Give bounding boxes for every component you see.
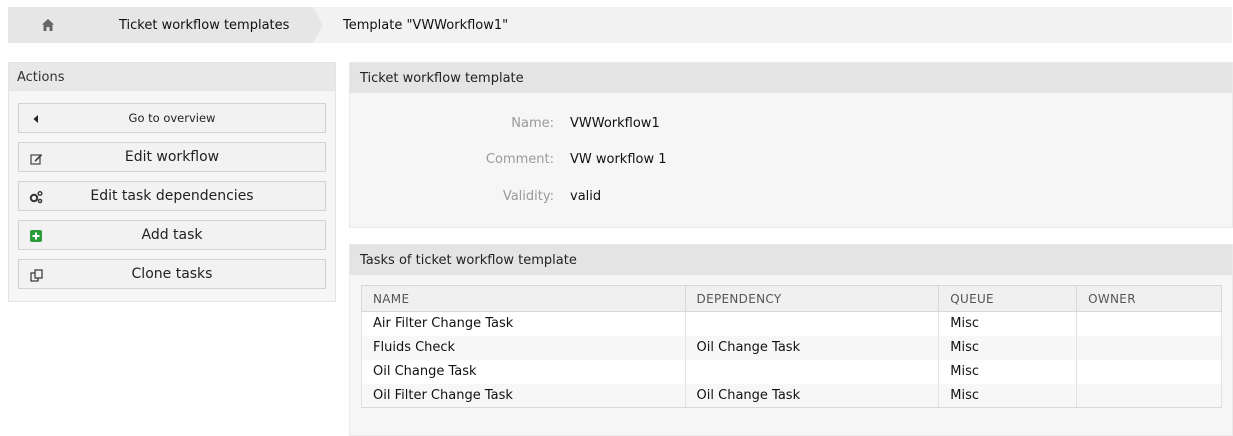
task-owner — [1076, 383, 1222, 408]
field-label: Validity: — [502, 188, 554, 204]
task-queue: Misc — [938, 383, 1078, 408]
add-task-button[interactable]: Add task — [18, 220, 326, 250]
column-header-dependency[interactable]: DEPENDENCY — [684, 285, 940, 312]
field-value: VW workflow 1 — [570, 151, 667, 167]
column-header-name[interactable]: NAME — [361, 285, 686, 312]
breadcrumb-item-label: Template "VWWorkflow1" — [343, 17, 509, 33]
field-label: Name: — [511, 115, 554, 131]
task-name-link[interactable]: Fluids Check — [361, 335, 686, 360]
breadcrumb-item-label: Ticket workflow templates — [119, 17, 290, 33]
plus-square-icon — [29, 229, 43, 243]
task-owner — [1076, 311, 1222, 336]
task-queue: Misc — [938, 359, 1078, 384]
table-header-row: NAME DEPENDENCY QUEUE OWNER — [361, 285, 1222, 312]
copy-icon — [29, 268, 43, 282]
task-owner — [1076, 359, 1222, 384]
edit-task-dependencies-button[interactable]: Edit task dependencies — [18, 181, 326, 211]
task-dependency-link[interactable] — [684, 311, 940, 336]
field-value: valid — [570, 188, 602, 204]
gears-icon — [29, 190, 43, 204]
actions-title: Actions — [9, 63, 335, 91]
field-label: Comment: — [485, 151, 554, 167]
breadcrumb-home[interactable] — [8, 7, 97, 43]
field-comment: Comment: VW workflow 1 — [350, 149, 750, 169]
table-row: Air Filter Change Task Misc — [361, 311, 1222, 336]
task-dependency-link[interactable]: Oil Change Task — [684, 383, 940, 408]
actions-sidebar: Actions Go to overview Edit workflow Edi… — [8, 62, 336, 302]
tasks-table: NAME DEPENDENCY QUEUE OWNER Air Filter C… — [361, 285, 1222, 408]
home-icon — [41, 19, 54, 31]
action-label: Go to overview — [128, 111, 216, 125]
task-name-link[interactable]: Oil Change Task — [361, 359, 686, 384]
edit-icon — [29, 151, 43, 165]
breadcrumb-ticket-workflow-templates[interactable]: Ticket workflow templates — [87, 7, 323, 43]
task-queue: Misc — [938, 311, 1078, 336]
task-queue: Misc — [938, 335, 1078, 360]
template-panel-title: Ticket workflow template — [350, 63, 1232, 93]
task-dependency-link[interactable]: Oil Change Task — [684, 335, 940, 360]
table-row: Fluids Check Oil Change Task Misc — [361, 335, 1222, 360]
clone-tasks-button[interactable]: Clone tasks — [18, 259, 326, 289]
column-header-queue[interactable]: QUEUE — [938, 285, 1078, 312]
action-label: Clone tasks — [131, 266, 213, 282]
field-name: Name: VWWorkflow1 — [350, 113, 750, 133]
task-name-link[interactable]: Air Filter Change Task — [361, 311, 686, 336]
field-validity: Validity: valid — [350, 186, 750, 206]
breadcrumb-current-template: Template "VWWorkflow1" — [313, 7, 1232, 43]
template-details-panel: Ticket workflow template Name: VWWorkflo… — [349, 62, 1233, 228]
table-row: Oil Filter Change Task Oil Change Task M… — [361, 383, 1222, 408]
tasks-panel-title: Tasks of ticket workflow template — [350, 245, 1232, 275]
action-label: Add task — [141, 227, 203, 243]
action-label: Edit task dependencies — [90, 188, 254, 204]
action-label: Edit workflow — [124, 149, 220, 165]
task-dependency-link[interactable] — [684, 359, 940, 384]
task-name-link[interactable]: Oil Filter Change Task — [361, 383, 686, 408]
field-value: VWWorkflow1 — [570, 115, 660, 131]
task-owner — [1076, 335, 1222, 360]
caret-left-icon — [29, 112, 43, 126]
column-header-owner[interactable]: OWNER — [1076, 285, 1222, 312]
tasks-panel: Tasks of ticket workflow template NAME D… — [349, 244, 1233, 436]
table-row: Oil Change Task Misc — [361, 359, 1222, 384]
breadcrumb: Ticket workflow templates Template "VWWo… — [8, 7, 1232, 43]
edit-workflow-button[interactable]: Edit workflow — [18, 142, 326, 172]
go-to-overview-button[interactable]: Go to overview — [18, 103, 326, 133]
